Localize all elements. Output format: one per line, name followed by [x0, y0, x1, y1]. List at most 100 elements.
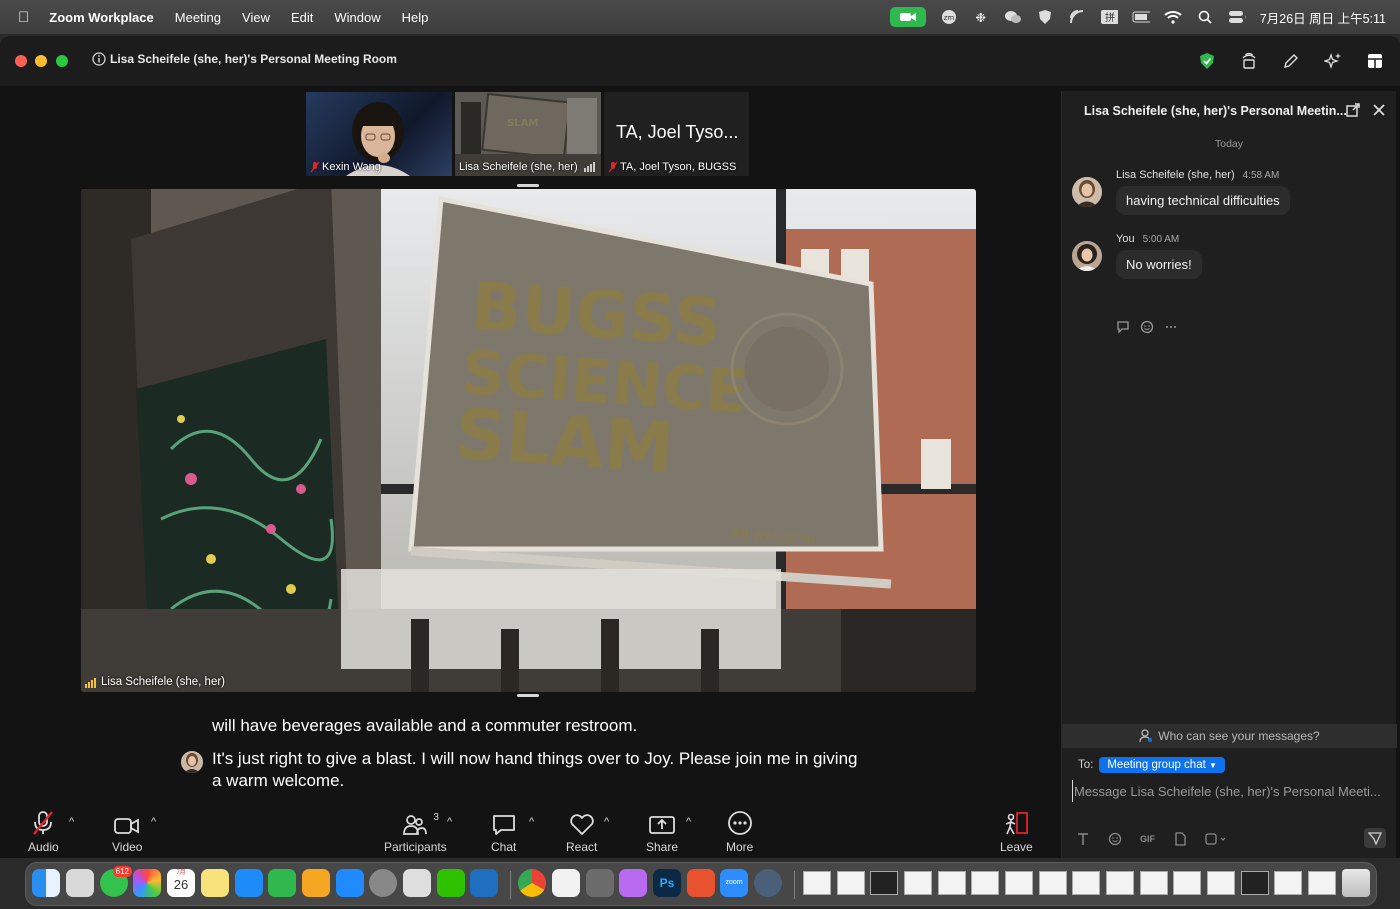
shield-tray-icon[interactable] — [1036, 8, 1054, 26]
wechat-tray-icon[interactable] — [1004, 8, 1022, 26]
recent-document-icon[interactable] — [837, 871, 865, 895]
recent-document-icon[interactable] — [904, 871, 932, 895]
close-window-button[interactable] — [15, 55, 27, 67]
menu-help[interactable]: Help — [402, 10, 429, 25]
zoom-camera-status-icon[interactable] — [889, 7, 926, 27]
add-reaction-icon[interactable] — [1140, 320, 1154, 334]
active-speaker-video[interactable]: BUGSS SCIENCE SLAM All welcome Lisa Sche… — [81, 189, 976, 692]
participants-options-caret-icon[interactable]: ^ — [447, 816, 452, 828]
recent-document-icon[interactable] — [1140, 871, 1168, 895]
calendar-icon[interactable]: 7月 26 — [167, 869, 195, 897]
photos-icon[interactable] — [133, 869, 161, 897]
cast-icon[interactable] — [1068, 8, 1086, 26]
photoshop-icon[interactable]: Ps — [653, 869, 681, 897]
input-method-icon[interactable]: 拼 — [1100, 8, 1118, 26]
wifi-icon[interactable] — [1164, 8, 1182, 26]
trash-icon[interactable] — [1342, 869, 1370, 897]
notion-icon[interactable] — [552, 869, 580, 897]
clock[interactable]: 7月26日 周日 上午5:11 — [1260, 8, 1386, 27]
send-button[interactable] — [1364, 828, 1386, 848]
annotate-pencil-icon[interactable] — [1280, 50, 1302, 72]
cat-app-icon[interactable] — [619, 869, 647, 897]
security-shield-icon[interactable] — [1196, 50, 1218, 72]
recent-document-icon[interactable] — [803, 871, 831, 895]
numbers-icon[interactable] — [268, 869, 296, 897]
audio-options-caret-icon[interactable]: ^ — [69, 816, 74, 828]
apple-menu-icon[interactable]:  — [18, 9, 29, 26]
recent-document-icon[interactable] — [1241, 871, 1269, 895]
recent-document-icon[interactable] — [1308, 871, 1336, 895]
more-button[interactable]: More — [726, 810, 753, 854]
closed-caption-status-icon[interactable] — [1238, 50, 1260, 72]
ai-companion-icon[interactable] — [1322, 50, 1344, 72]
chat-message-input[interactable] — [1072, 780, 1387, 802]
emoji-icon[interactable] — [1108, 832, 1122, 846]
screenshot-icon[interactable] — [1205, 832, 1227, 846]
recent-document-icon[interactable] — [938, 871, 966, 895]
close-icon[interactable] — [1372, 103, 1386, 117]
messages-icon[interactable]: 612 — [100, 866, 132, 897]
recent-document-icon[interactable] — [1005, 871, 1033, 895]
reply-icon[interactable] — [1116, 320, 1130, 334]
recipient-dropdown[interactable]: Meeting group chat ▼ — [1099, 757, 1225, 773]
battery-icon[interactable] — [1132, 8, 1150, 26]
menu-view[interactable]: View — [242, 10, 270, 25]
participants-button[interactable]: 3 Participants — [384, 810, 447, 854]
zoom-tray-icon[interactable]: zm — [940, 8, 958, 26]
pen-app-icon[interactable] — [586, 869, 614, 897]
chrome-icon[interactable] — [518, 869, 546, 897]
menu-window[interactable]: Window — [334, 10, 380, 25]
chat-options-caret-icon[interactable]: ^ — [529, 816, 534, 828]
recent-document-icon[interactable] — [1173, 871, 1201, 895]
audio-button[interactable]: Audio — [28, 810, 59, 854]
chat-button[interactable]: Chat — [491, 810, 516, 854]
react-button[interactable]: React — [566, 810, 597, 854]
notes-icon[interactable] — [201, 869, 229, 897]
zoom-dock-icon[interactable]: zoom — [720, 869, 748, 897]
video-options-caret-icon[interactable]: ^ — [151, 816, 156, 828]
recent-document-icon[interactable] — [1106, 871, 1134, 895]
spotlight-search-icon[interactable] — [1196, 8, 1214, 26]
thumbnail-lisa-scheifele[interactable]: SLAM Lisa Scheifele (she, her) — [455, 92, 601, 176]
system-settings-icon[interactable] — [369, 869, 397, 897]
menu-meeting[interactable]: Meeting — [175, 10, 221, 25]
recent-document-icon[interactable] — [971, 871, 999, 895]
wechat-icon[interactable] — [437, 869, 465, 897]
recent-document-icon[interactable] — [1207, 871, 1235, 895]
app-store-icon[interactable] — [336, 869, 364, 897]
file-attach-icon[interactable] — [1173, 832, 1187, 846]
menu-edit[interactable]: Edit — [291, 10, 313, 25]
menu-app[interactable]: Zoom Workplace — [49, 10, 154, 25]
minimize-window-button[interactable] — [35, 55, 47, 67]
recent-document-icon[interactable] — [1274, 871, 1302, 895]
recent-document-icon[interactable] — [870, 871, 898, 895]
recent-document-icon[interactable] — [1072, 871, 1100, 895]
info-icon[interactable] — [92, 52, 106, 66]
video-button[interactable]: Video — [112, 810, 142, 854]
pages-icon[interactable] — [302, 869, 330, 897]
gif-button[interactable]: GIF — [1140, 834, 1155, 844]
claude-icon[interactable] — [687, 869, 715, 897]
vscode-icon[interactable] — [470, 869, 498, 897]
zoom-window-button[interactable] — [56, 55, 68, 67]
thumbnail-joel-tyson[interactable]: TA, Joel Tyso... TA, Joel Tyson, BUGSS — [604, 92, 749, 176]
thumbnail-kexin-wang[interactable]: Kexin Wang — [306, 92, 452, 176]
text-format-icon[interactable] — [1076, 832, 1090, 846]
recent-document-icon[interactable] — [1039, 871, 1067, 895]
share-button[interactable]: Share — [646, 810, 678, 854]
view-layout-icon[interactable] — [1364, 50, 1386, 72]
notebook-app-icon[interactable] — [403, 869, 431, 897]
finder-icon[interactable] — [32, 869, 60, 897]
who-can-see-messages-link[interactable]: Who can see your messages? — [1062, 724, 1397, 748]
quicktime-icon[interactable] — [754, 869, 782, 897]
more-options-icon[interactable] — [1164, 320, 1178, 334]
resize-handle-top[interactable] — [517, 184, 539, 187]
keynote-icon[interactable] — [235, 869, 263, 897]
brightness-icon[interactable]: ❉ — [972, 8, 990, 26]
pop-out-icon[interactable] — [1346, 103, 1360, 117]
resize-handle-bottom[interactable] — [517, 694, 539, 697]
control-center-icon[interactable] — [1228, 8, 1246, 26]
launchpad-icon[interactable] — [66, 869, 94, 897]
leave-button[interactable]: Leave — [1000, 810, 1033, 854]
share-options-caret-icon[interactable]: ^ — [686, 816, 691, 828]
